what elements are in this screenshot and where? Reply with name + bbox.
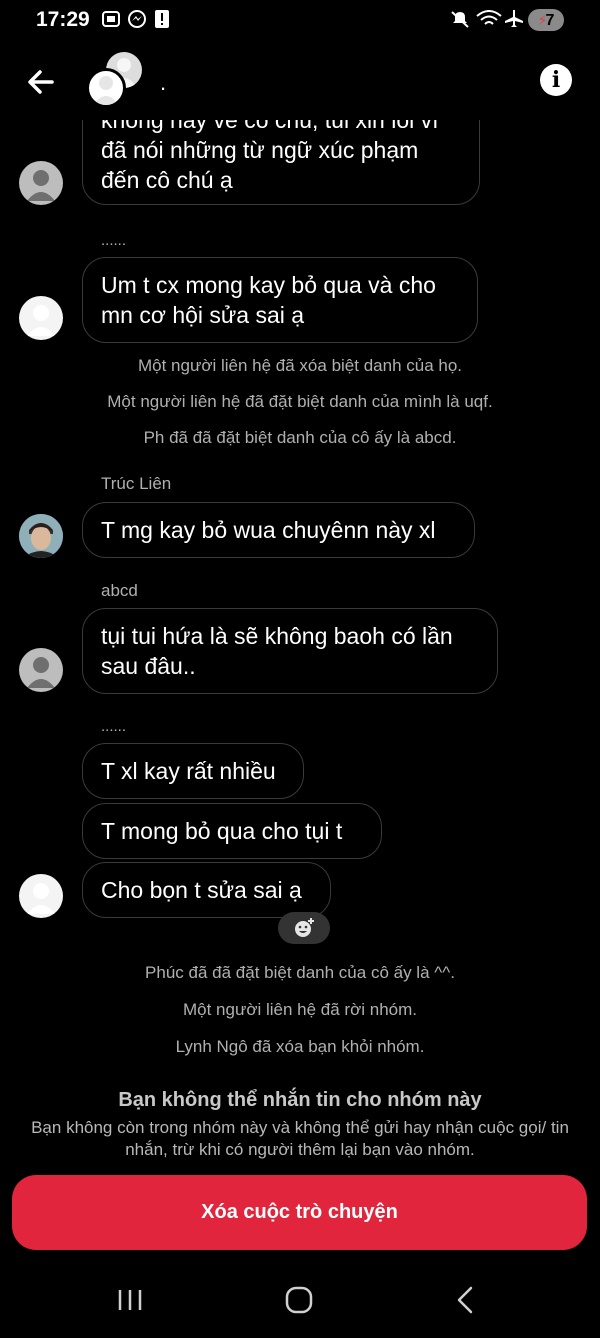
message-ellipsis: ...... bbox=[101, 232, 127, 249]
message-bubble[interactable]: Cho bọn t sửa sai ạ bbox=[82, 862, 331, 918]
mute-icon bbox=[451, 11, 469, 28]
chat-title[interactable]: . bbox=[160, 70, 166, 96]
info-icon[interactable]: i bbox=[540, 64, 572, 96]
avatar[interactable] bbox=[19, 296, 63, 340]
delete-conversation-button[interactable]: Xóa cuộc trò chuyện bbox=[12, 1175, 587, 1250]
alert-icon bbox=[155, 10, 169, 28]
message-bubble[interactable]: T mong bỏ qua cho tụi t bbox=[82, 803, 382, 859]
system-nav-bar bbox=[0, 1270, 600, 1338]
messenger-icon bbox=[128, 10, 146, 28]
wifi-icon bbox=[476, 10, 502, 25]
avatar[interactable] bbox=[19, 648, 63, 692]
system-message: Một người liên hệ đã đặt biệt danh của m… bbox=[107, 392, 493, 411]
add-reaction-icon bbox=[295, 918, 314, 937]
message-bubble[interactable]: Um t cx mong kay bỏ qua và cho mn cơ hội… bbox=[82, 257, 478, 343]
recent-apps-icon[interactable] bbox=[110, 1284, 150, 1316]
avatar[interactable] bbox=[19, 161, 63, 205]
group-avatar[interactable] bbox=[86, 52, 148, 110]
system-message: Phúc đã đã đặt biệt danh của cô ấy là ^^… bbox=[145, 963, 455, 982]
nav-back-icon[interactable] bbox=[446, 1284, 486, 1316]
back-arrow-icon[interactable] bbox=[22, 60, 66, 104]
cannot-message-title: Bạn không thể nhắn tin cho nhóm này bbox=[118, 1089, 482, 1111]
chat-header: . i bbox=[0, 52, 600, 112]
status-time: 17:29 bbox=[36, 8, 90, 31]
message-ellipsis: ...... bbox=[101, 718, 127, 735]
message-bubble[interactable]: T xl kay rất nhiều bbox=[82, 743, 304, 799]
screenshot-icon bbox=[102, 11, 120, 27]
system-message: Ph đã đã đặt biệt danh của cô ấy là abcd… bbox=[143, 428, 457, 447]
system-message: Một người liên hệ đã xóa biệt danh của h… bbox=[137, 356, 463, 375]
home-icon[interactable] bbox=[279, 1284, 319, 1316]
battery-level: 7 bbox=[545, 12, 555, 29]
airplane-icon bbox=[505, 10, 523, 27]
avatar[interactable] bbox=[19, 514, 63, 558]
add-reaction-button[interactable] bbox=[278, 912, 330, 944]
avatar[interactable] bbox=[19, 874, 63, 918]
system-message: Một người liên hệ đã rời nhóm. bbox=[182, 1000, 417, 1019]
system-message: Lynh Ngô đã xóa bạn khỏi nhóm. bbox=[175, 1037, 425, 1056]
battery-indicator: ⚡7 bbox=[528, 9, 564, 31]
sender-name: Trúc Liên bbox=[101, 474, 172, 493]
sender-name: abcd bbox=[101, 581, 138, 600]
status-bar: 17:29 ⚡7 bbox=[0, 0, 600, 40]
cannot-message-description: Bạn không còn trong nhóm này và không th… bbox=[31, 1118, 569, 1159]
message-list[interactable]: không hay về cô chú, tui xin lỗi vì đã n… bbox=[0, 120, 600, 1080]
avatar bbox=[86, 68, 126, 108]
message-bubble[interactable]: T mg kay bỏ wua chuyênn này xl bbox=[82, 502, 475, 558]
message-bubble[interactable]: không hay về cô chú, tui xin lỗi vì đã n… bbox=[82, 120, 480, 205]
message-bubble[interactable]: tụi tui hứa là sẽ không baoh có lần sau … bbox=[82, 608, 498, 694]
